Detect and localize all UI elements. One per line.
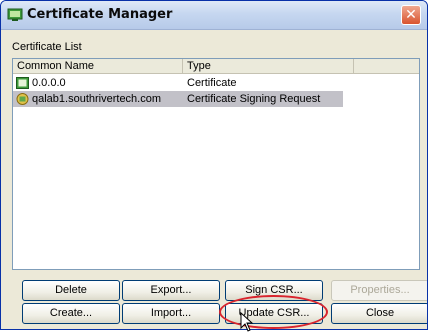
close-window-button[interactable]: ✕ bbox=[401, 5, 421, 25]
export-button[interactable]: Export... bbox=[122, 280, 220, 301]
update-csr-highlight-annotation bbox=[219, 295, 328, 329]
certificate-manager-window: Certificate Manager ✕ Certificate List C… bbox=[0, 0, 428, 330]
csr-icon bbox=[16, 93, 29, 105]
column-header-type[interactable]: Type bbox=[183, 59, 354, 74]
delete-button[interactable]: Delete bbox=[22, 280, 120, 301]
cell-common-name: qalab1.southrivertech.com bbox=[32, 93, 162, 105]
column-header-common-name[interactable]: Common Name bbox=[13, 59, 183, 74]
list-item[interactable]: qalab1.southrivertech.com Certificate Si… bbox=[13, 91, 419, 107]
title-bar[interactable]: Certificate Manager ✕ bbox=[1, 1, 427, 30]
cell-type: Certificate bbox=[187, 77, 237, 89]
cell-common-name: 0.0.0.0 bbox=[32, 77, 66, 89]
create-button[interactable]: Create... bbox=[22, 303, 120, 324]
certificate-manager-icon bbox=[7, 8, 23, 21]
close-icon: ✕ bbox=[405, 7, 417, 23]
close-button[interactable]: Close bbox=[331, 303, 427, 324]
mouse-pointer-icon bbox=[240, 312, 254, 332]
list-item[interactable]: 0.0.0.0 Certificate bbox=[13, 75, 419, 91]
column-header-extra[interactable] bbox=[354, 59, 419, 74]
list-header: Common Name Type bbox=[13, 59, 419, 74]
certificate-icon bbox=[16, 77, 29, 89]
certificate-list[interactable]: Common Name Type 0.0.0.0 Certificate qal… bbox=[12, 58, 420, 270]
import-button[interactable]: Import... bbox=[122, 303, 220, 324]
cell-type: Certificate Signing Request bbox=[187, 93, 321, 105]
window-title: Certificate Manager bbox=[27, 7, 173, 22]
certificate-list-label: Certificate List bbox=[12, 41, 82, 53]
properties-button: Properties... bbox=[331, 280, 427, 301]
